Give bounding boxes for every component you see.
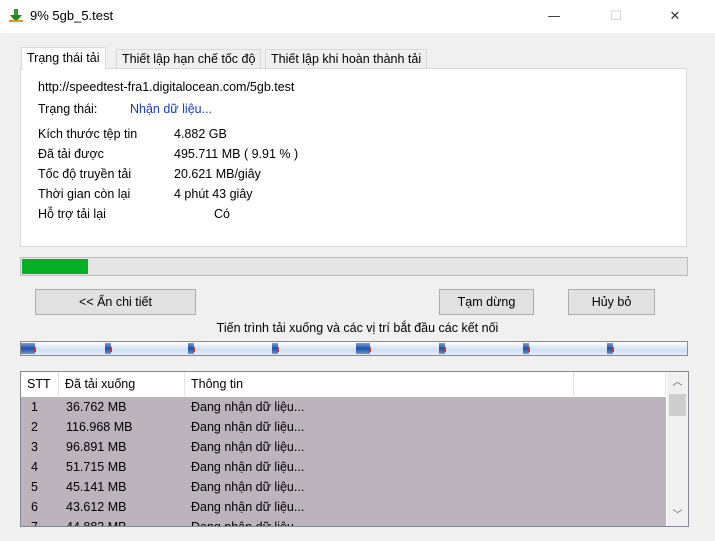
minimize-button[interactable]: — bbox=[531, 0, 577, 33]
connections-list[interactable]: STT Đã tải xuống Thông tin 1 36.762 MB Đan… bbox=[20, 371, 689, 527]
connection-progress-tip bbox=[110, 347, 112, 352]
connection-start-marker bbox=[21, 343, 35, 354]
column-header-empty bbox=[574, 372, 666, 396]
row-number: 5 bbox=[31, 480, 38, 494]
row-downloaded: 36.762 MB bbox=[66, 400, 127, 414]
row-downloaded: 96.891 MB bbox=[66, 440, 127, 454]
row-number: 1 bbox=[31, 400, 38, 414]
state-value: Nhận dữ liệu... bbox=[130, 102, 213, 116]
row-number: 3 bbox=[31, 440, 38, 454]
row-info: Đang nhận dữ liệu... bbox=[191, 440, 305, 454]
downloaded-label: Đã tải được bbox=[38, 147, 104, 161]
progress-fill bbox=[22, 259, 88, 274]
row-info: Đang nhận dữ liệu... bbox=[191, 520, 305, 527]
resume-support-value: Có bbox=[214, 207, 230, 221]
tab-download-status[interactable]: Trạng thái tải bbox=[21, 47, 106, 70]
column-header-downloaded[interactable]: Đã tải xuống bbox=[59, 372, 185, 396]
status-panel: http://speedtest-fra1.digitalocean.com/5… bbox=[20, 68, 687, 247]
tab-on-completion[interactable]: Thiết lập khi hoàn thành tải bbox=[265, 49, 428, 69]
connection-progress-tip bbox=[277, 347, 279, 352]
table-row[interactable]: 4 51.715 MB Đang nhận dữ liệu... bbox=[21, 457, 666, 477]
table-row[interactable]: 3 96.891 MB Đang nhận dữ liệu... bbox=[21, 437, 666, 457]
column-header-info[interactable]: Thông tin bbox=[185, 372, 574, 396]
row-number: 7 bbox=[31, 520, 38, 527]
list-scrollbar[interactable]: ︿ ﹀ bbox=[667, 372, 688, 526]
row-info: Đang nhận dữ liệu... bbox=[191, 400, 305, 414]
cancel-button[interactable]: Hủy bỏ bbox=[568, 289, 655, 315]
idm-app-icon bbox=[8, 9, 24, 23]
connection-progress-tip bbox=[528, 347, 530, 352]
row-number: 6 bbox=[31, 500, 38, 514]
pause-button[interactable]: Tạm dừng bbox=[439, 289, 534, 315]
title-bar: 9% 5gb_5.test — ☐ ✕ bbox=[0, 0, 715, 33]
state-label: Trạng thái: bbox=[38, 102, 98, 116]
download-url: http://speedtest-fra1.digitalocean.com/5… bbox=[38, 80, 295, 94]
close-button[interactable]: ✕ bbox=[652, 0, 698, 33]
connection-progress-tip bbox=[34, 347, 36, 352]
scroll-thumb[interactable] bbox=[669, 394, 686, 416]
connections-progress-bar bbox=[20, 341, 688, 356]
maximize-button[interactable]: ☐ bbox=[593, 0, 639, 33]
connection-progress-tip bbox=[193, 347, 195, 352]
connection-start-marker bbox=[356, 343, 370, 354]
table-row[interactable]: 5 45.141 MB Đang nhận dữ liệu... bbox=[21, 477, 666, 497]
row-number: 4 bbox=[31, 460, 38, 474]
speed-value: 20.621 MB/giây bbox=[174, 167, 261, 181]
file-size-label: Kích thước tệp tin bbox=[38, 127, 138, 141]
column-header-no[interactable]: STT bbox=[21, 372, 59, 396]
file-size-value: 4.882 GB bbox=[174, 127, 227, 141]
resume-support-label: Hỗ trợ tải lại bbox=[38, 207, 106, 221]
row-number: 2 bbox=[31, 420, 38, 434]
row-downloaded: 44.883 MB bbox=[66, 520, 127, 527]
row-downloaded: 51.715 MB bbox=[66, 460, 127, 474]
download-progress-bar bbox=[20, 257, 688, 276]
row-info: Đang nhận dữ liệu... bbox=[191, 460, 305, 474]
speed-label: Tốc độ truyền tải bbox=[38, 167, 132, 181]
time-left-value: 4 phút 43 giây bbox=[174, 187, 253, 201]
downloaded-value: 495.711 MB ( 9.91 % ) bbox=[174, 147, 299, 161]
scroll-down-icon[interactable]: ﹀ bbox=[667, 505, 688, 526]
connection-progress-tip bbox=[612, 347, 614, 352]
connection-progress-tip bbox=[369, 347, 371, 352]
time-left-label: Thời gian còn lại bbox=[38, 187, 131, 201]
table-row[interactable]: 2 116.968 MB Đang nhận dữ liệu... bbox=[21, 417, 666, 437]
table-row[interactable]: 1 36.762 MB Đang nhận dữ liệu... bbox=[21, 397, 666, 417]
row-downloaded: 45.141 MB bbox=[66, 480, 127, 494]
row-info: Đang nhận dữ liệu... bbox=[191, 420, 305, 434]
tab-speed-limiter[interactable]: Thiết lập hạn chế tốc độ bbox=[116, 49, 262, 69]
window-title: 9% 5gb_5.test bbox=[30, 8, 114, 23]
row-downloaded: 116.968 MB bbox=[66, 420, 133, 434]
connections-label: Tiến trình tải xuống và các vị trí bắt đ… bbox=[216, 321, 499, 335]
table-row[interactable]: 6 43.612 MB Đang nhận dữ liệu... bbox=[21, 497, 666, 517]
connection-progress-tip bbox=[444, 347, 446, 352]
row-info: Đang nhận dữ liệu... bbox=[191, 480, 305, 494]
scroll-up-icon[interactable]: ︿ bbox=[667, 372, 688, 393]
hide-details-button[interactable]: << Ẩn chi tiết bbox=[35, 289, 196, 315]
row-downloaded: 43.612 MB bbox=[66, 500, 127, 514]
table-row[interactable]: 7 44.883 MB Đang nhận dữ liệu... bbox=[21, 517, 666, 527]
row-info: Đang nhận dữ liệu... bbox=[191, 500, 305, 514]
